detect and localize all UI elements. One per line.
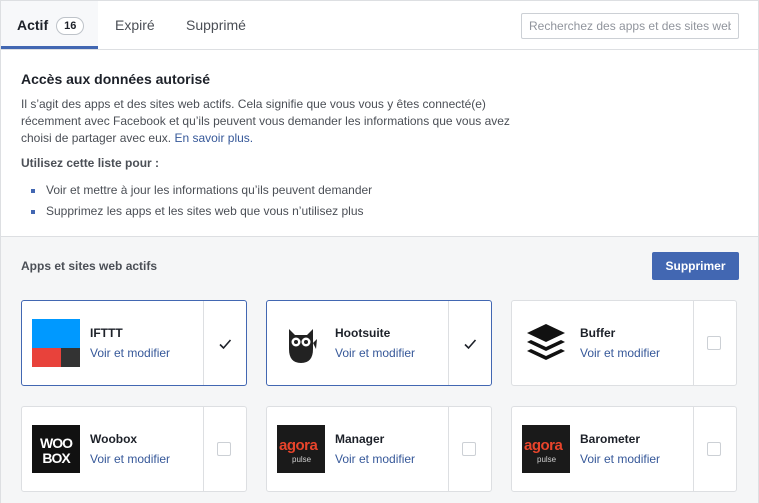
app-name: Barometer bbox=[580, 432, 641, 446]
app-checkbox[interactable] bbox=[217, 336, 232, 350]
active-count-badge: 16 bbox=[56, 17, 85, 35]
buffer-stack-icon bbox=[522, 319, 570, 367]
use-list: Voir et mettre à jour les informations q… bbox=[31, 180, 372, 222]
info-title: Accès aux données autorisé bbox=[21, 71, 211, 87]
authorized-data-info: Accès aux données autorisé Il s’agit des… bbox=[0, 50, 759, 237]
app-card-barometer[interactable]: agora pulse Barometer Voir et modifier bbox=[511, 406, 737, 492]
app-name: Buffer bbox=[580, 326, 616, 340]
view-edit-link[interactable]: Voir et modifier bbox=[335, 452, 415, 466]
tab-expire[interactable]: Expiré bbox=[115, 1, 155, 49]
checkmark-icon bbox=[219, 339, 232, 350]
checkmark-icon bbox=[464, 339, 477, 350]
hootsuite-owl-icon bbox=[277, 319, 325, 367]
card-divider bbox=[693, 301, 694, 385]
info-description: Il s’agit des apps et des sites web acti… bbox=[21, 97, 510, 145]
tabs-bar: Actif 16 Expiré Supprimé bbox=[0, 0, 759, 50]
section-title: Apps et sites web actifs bbox=[21, 259, 158, 273]
app-checkbox[interactable] bbox=[707, 336, 721, 350]
app-checkbox[interactable] bbox=[462, 442, 476, 456]
app-checkbox[interactable] bbox=[217, 442, 231, 456]
app-card-manager[interactable]: agora pulse Manager Voir et modifier bbox=[266, 406, 492, 492]
card-divider bbox=[448, 407, 449, 491]
use-list-title: Utilisez cette liste pour : bbox=[21, 156, 160, 170]
app-card-buffer[interactable]: Buffer Voir et modifier bbox=[511, 300, 737, 386]
app-checkbox[interactable] bbox=[707, 442, 721, 456]
view-edit-link[interactable]: Voir et modifier bbox=[580, 346, 660, 360]
tab-actif-label: Actif bbox=[17, 17, 49, 33]
app-card-woobox[interactable]: WOO BOX Woobox Voir et modifier bbox=[21, 406, 247, 492]
view-edit-link[interactable]: Voir et modifier bbox=[335, 346, 415, 360]
app-name: Manager bbox=[335, 432, 385, 446]
list-item: Supprimez les apps et les sites web que … bbox=[31, 201, 372, 222]
view-edit-link[interactable]: Voir et modifier bbox=[580, 452, 660, 466]
card-divider bbox=[203, 301, 204, 385]
tab-actif[interactable]: Actif 16 bbox=[1, 1, 98, 49]
active-apps-section: Apps et sites web actifs Supprimer IFTTT… bbox=[0, 237, 759, 503]
card-divider bbox=[448, 301, 449, 385]
app-name: Woobox bbox=[90, 432, 138, 446]
view-edit-link[interactable]: Voir et modifier bbox=[90, 452, 170, 466]
app-checkbox[interactable] bbox=[462, 336, 477, 350]
learn-more-link[interactable]: En savoir plus. bbox=[174, 131, 253, 145]
delete-button[interactable]: Supprimer bbox=[652, 252, 739, 280]
agorapulse-logo-icon: agora pulse bbox=[277, 425, 325, 473]
search-input[interactable] bbox=[521, 13, 739, 39]
ifttt-logo-icon bbox=[32, 319, 80, 367]
app-name: IFTTT bbox=[90, 326, 123, 340]
woobox-logo-icon: WOO BOX bbox=[32, 425, 80, 473]
view-edit-link[interactable]: Voir et modifier bbox=[90, 346, 170, 360]
app-card-hootsuite[interactable]: Hootsuite Voir et modifier bbox=[266, 300, 492, 386]
app-name: Hootsuite bbox=[335, 326, 391, 340]
card-divider bbox=[693, 407, 694, 491]
app-card-ifttt[interactable]: IFTTT Voir et modifier bbox=[21, 300, 247, 386]
list-item: Voir et mettre à jour les informations q… bbox=[31, 180, 372, 201]
agorapulse-logo-icon: agora pulse bbox=[522, 425, 570, 473]
tab-supprime[interactable]: Supprimé bbox=[186, 1, 246, 49]
card-divider bbox=[203, 407, 204, 491]
